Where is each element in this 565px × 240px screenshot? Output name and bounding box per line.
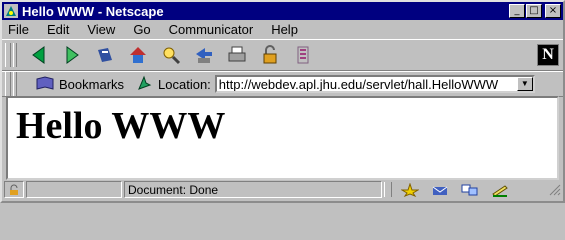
chevron-down-icon[interactable]: ▼ xyxy=(516,77,533,91)
toolbar-grip[interactable] xyxy=(5,72,11,96)
component-bar xyxy=(384,181,561,198)
bookmarks-icon xyxy=(35,75,55,94)
window-title: Hello WWW - Netscape xyxy=(22,3,164,19)
location-label: Location: xyxy=(158,76,211,92)
forward-icon[interactable] xyxy=(60,43,84,67)
netscape-logo[interactable]: N xyxy=(537,44,559,66)
menu-go[interactable]: Go xyxy=(133,22,150,37)
url-input[interactable] xyxy=(216,77,513,91)
status-text: Document: Done xyxy=(124,181,382,198)
bookmarks-button[interactable]: Bookmarks xyxy=(35,75,124,94)
netscape-app-icon[interactable] xyxy=(4,4,18,18)
title-bar[interactable]: Hello WWW - Netscape _ □ × xyxy=(2,2,563,20)
guide-icon[interactable] xyxy=(192,43,216,67)
location-toolbar: Bookmarks Location: ▼ xyxy=(2,71,563,97)
page-proxy-icon[interactable] xyxy=(136,75,152,94)
page-content: Hello WWW xyxy=(6,96,559,180)
maximize-button[interactable]: □ xyxy=(526,4,542,18)
menu-help[interactable]: Help xyxy=(271,22,298,37)
status-bar: Document: Done xyxy=(4,180,561,199)
toolbar-grip[interactable] xyxy=(13,72,17,96)
toolbar-grip[interactable] xyxy=(13,43,17,67)
page-heading: Hello WWW xyxy=(16,105,226,147)
menu-edit[interactable]: Edit xyxy=(47,22,69,37)
minimize-button[interactable]: _ xyxy=(509,4,525,18)
reload-icon[interactable] xyxy=(93,43,117,67)
close-button[interactable]: × xyxy=(545,4,561,18)
discussion-icon[interactable] xyxy=(460,183,480,197)
resize-grip-icon[interactable] xyxy=(549,184,561,196)
navigator-icon[interactable] xyxy=(400,182,420,197)
progress-bar xyxy=(26,181,122,198)
toolbar-grip[interactable] xyxy=(5,43,11,67)
component-bar-grip[interactable] xyxy=(384,182,392,197)
menu-communicator[interactable]: Communicator xyxy=(169,22,254,37)
stop-icon[interactable] xyxy=(291,43,315,67)
location-field[interactable]: ▼ xyxy=(214,75,535,93)
composer-icon[interactable] xyxy=(490,183,510,197)
navigation-toolbar: N xyxy=(2,39,563,71)
back-icon[interactable] xyxy=(27,43,51,67)
menu-view[interactable]: View xyxy=(87,22,115,37)
security-icon[interactable] xyxy=(258,43,282,67)
print-icon[interactable] xyxy=(225,43,249,67)
menu-bar: File Edit View Go Communicator Help xyxy=(2,20,563,39)
bookmarks-label: Bookmarks xyxy=(59,76,125,92)
menu-file[interactable]: File xyxy=(8,22,29,37)
mail-icon[interactable] xyxy=(430,183,450,197)
home-icon[interactable] xyxy=(126,43,150,67)
search-icon[interactable] xyxy=(159,43,183,67)
security-lock-icon[interactable] xyxy=(4,181,24,198)
netscape-window: Hello WWW - Netscape _ □ × File Edit Vie… xyxy=(0,0,565,203)
